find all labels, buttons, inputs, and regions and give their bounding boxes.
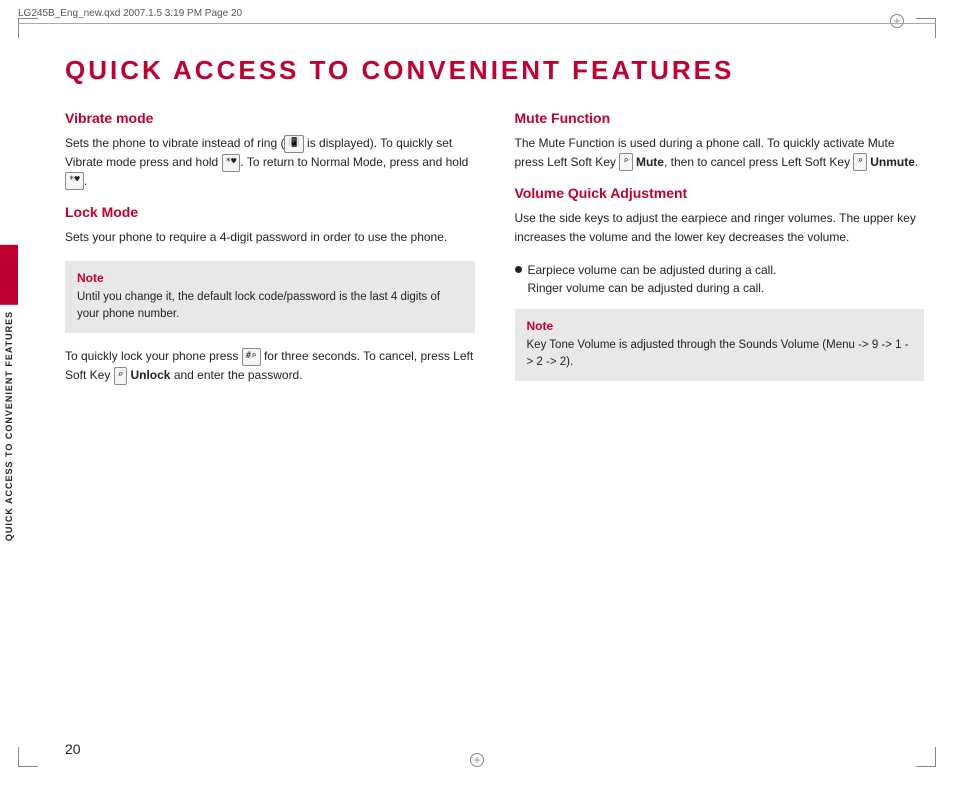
volume-note-body: Key Tone Volume is adjusted through the … <box>527 337 913 372</box>
mute-function-heading: Mute Function <box>515 110 925 126</box>
volume-note-box: Note Key Tone Volume is adjusted through… <box>515 309 925 382</box>
sidebar: QUICK ACCESS TO CONVENIENT FEATURES <box>0 244 18 540</box>
two-column-layout: Vibrate mode Sets the phone to vibrate i… <box>65 110 924 399</box>
corner-mark-bl <box>18 747 38 767</box>
sidebar-red-bar <box>0 244 18 304</box>
page-number: 20 <box>65 741 81 757</box>
star-hash-key2: *♥ <box>65 172 84 190</box>
unlock-label: Unlock <box>130 368 170 382</box>
reg-mark-bottom-center <box>470 753 484 767</box>
lock-note-box: Note Until you change it, the default lo… <box>65 261 475 334</box>
vibrate-mode-body: Sets the phone to vibrate instead of rin… <box>65 134 475 190</box>
page-title: QUICK ACCESS TO CONVENIENT FEATURES <box>65 55 924 86</box>
volume-body: Use the side keys to adjust the earpiece… <box>515 209 925 246</box>
lock-note-body: Until you change it, the default lock co… <box>77 289 463 324</box>
volume-heading: Volume Quick Adjustment <box>515 185 925 201</box>
lock-mode-heading: Lock Mode <box>65 204 475 220</box>
left-column: Vibrate mode Sets the phone to vibrate i… <box>65 110 475 399</box>
file-info: LG245B_Eng_new.qxd 2007.1.5 3:19 PM Page… <box>18 8 242 19</box>
bullet-dot <box>515 266 522 273</box>
mute-label: Mute <box>636 155 664 169</box>
sidebar-label: QUICK ACCESS TO CONVENIENT FEATURES <box>4 310 14 540</box>
main-content: QUICK ACCESS TO CONVENIENT FEATURES Vibr… <box>65 45 924 735</box>
bullet-earpiece: Earpiece volume can be adjusted during a… <box>515 261 925 297</box>
bullet-text: Earpiece volume can be adjusted during a… <box>528 261 777 297</box>
header-bar: LG245B_Eng_new.qxd 2007.1.5 3:19 PM Page… <box>18 8 936 24</box>
lock-note-title: Note <box>77 271 463 285</box>
lock-mode-body: Sets your phone to require a 4-digit pas… <box>65 228 475 247</box>
lock-mode-body2: To quickly lock your phone press #⌕ for … <box>65 347 475 385</box>
mute-function-body: The Mute Function is used during a phone… <box>515 134 925 171</box>
unmute-label: Unmute <box>870 155 915 169</box>
corner-mark-br <box>916 747 936 767</box>
page: LG245B_Eng_new.qxd 2007.1.5 3:19 PM Page… <box>0 0 954 785</box>
hash-key: #⌕ <box>242 348 261 366</box>
soft-key-mute: ⌕ <box>619 153 632 171</box>
right-column: Mute Function The Mute Function is used … <box>515 110 925 399</box>
soft-key-unlock: ⌕ <box>114 367 127 385</box>
star-hash-key1: *♥ <box>222 154 241 172</box>
volume-note-title: Note <box>527 319 913 333</box>
vibrate-icon: 📳 <box>284 135 303 153</box>
soft-key-unmute: ⌕ <box>853 153 866 171</box>
vibrate-mode-heading: Vibrate mode <box>65 110 475 126</box>
